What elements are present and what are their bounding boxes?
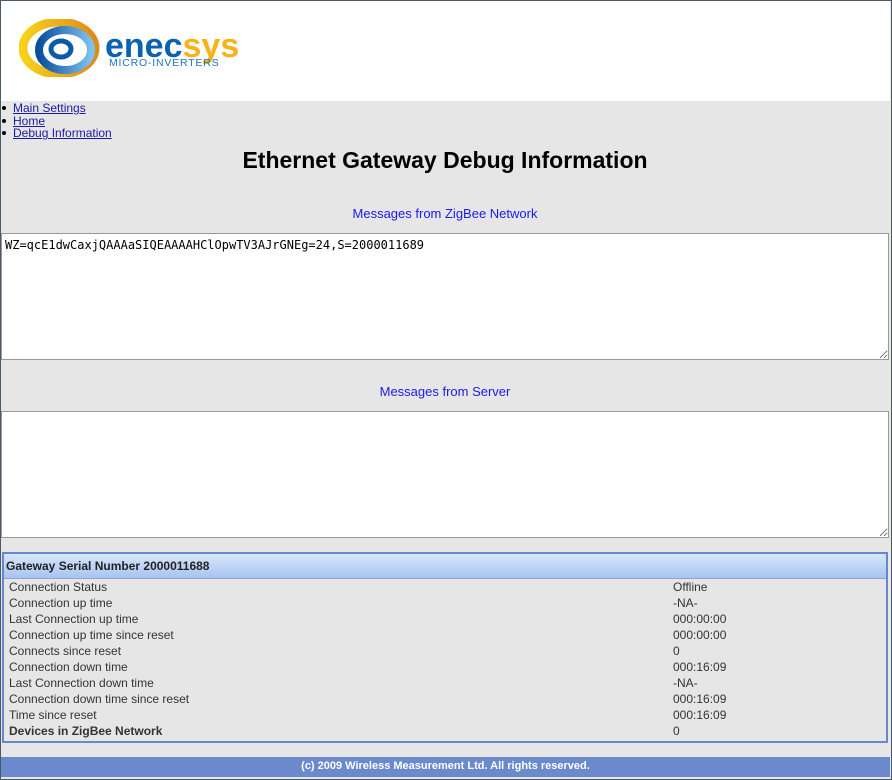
- status-value: 000:00:00: [673, 612, 727, 626]
- status-row: Connection up time -NA-: [4, 595, 886, 611]
- status-row: Connection up time since reset 000:00:00: [4, 627, 886, 643]
- enecsys-logo: enecsys MICRO-INVERTERS: [19, 19, 239, 77]
- header: enecsys MICRO-INVERTERS: [1, 1, 890, 101]
- status-value: 000:16:09: [673, 708, 727, 722]
- status-value: -NA-: [673, 676, 698, 690]
- status-row: Connection down time 000:16:09: [4, 659, 886, 675]
- zigbee-messages-textarea[interactable]: WZ=qcE1dwCaxjQAAAaSIQEAAAAHClOpwTV3AJrGN…: [1, 233, 889, 360]
- status-value: 000:16:09: [673, 692, 727, 706]
- nav-item: Debug Information: [1, 127, 112, 140]
- status-label: Connection Status: [9, 580, 108, 594]
- status-row: Time since reset 000:16:09: [4, 707, 886, 723]
- status-value: 000:16:09: [673, 660, 727, 674]
- status-label: Time since reset: [9, 708, 97, 722]
- status-label: Connects since reset: [9, 644, 122, 658]
- status-label: Connection down time: [9, 660, 128, 674]
- status-label: Connection up time since reset: [9, 628, 174, 642]
- gateway-serial-header: Gateway Serial Number 2000011688: [4, 554, 886, 579]
- status-row: Last Connection down time -NA-: [4, 675, 886, 691]
- status-row: Devices in ZigBee Network 0: [4, 723, 886, 739]
- status-row: Connection Status Offline: [4, 579, 886, 595]
- zigbee-messages-caption: Messages from ZigBee Network: [352, 206, 538, 221]
- status-value: -NA-: [673, 596, 698, 610]
- footer-copyright: (c) 2009 Wireless Measurement Ltd. All r…: [1, 757, 890, 777]
- status-label: Last Connection down time: [9, 676, 154, 690]
- svg-text:MICRO-INVERTERS: MICRO-INVERTERS: [109, 57, 219, 69]
- status-label: Last Connection up time: [9, 612, 139, 626]
- server-messages-textarea[interactable]: [1, 411, 889, 538]
- nav-link-debug-information[interactable]: Debug Information: [13, 126, 112, 140]
- status-row: Connects since reset 0: [4, 643, 886, 659]
- status-row: Last Connection up time 000:00:00: [4, 611, 886, 627]
- status-label: Devices in ZigBee Network: [9, 724, 163, 738]
- nav-list: Main Settings Home Debug Information: [1, 102, 112, 140]
- status-label: Connection down time since reset: [9, 692, 190, 706]
- status-row: Connection down time since reset 000:16:0…: [4, 691, 886, 707]
- server-messages-caption: Messages from Server: [379, 384, 511, 399]
- status-value: 0: [673, 644, 680, 658]
- status-value: 000:00:00: [673, 628, 727, 642]
- page-title: Ethernet Gateway Debug Information: [242, 147, 648, 173]
- gateway-status-panel: Gateway Serial Number 2000011688 Connect…: [2, 552, 888, 743]
- status-value: Offline: [673, 580, 708, 594]
- status-value: 0: [673, 724, 680, 738]
- status-label: Connection up time: [9, 596, 113, 610]
